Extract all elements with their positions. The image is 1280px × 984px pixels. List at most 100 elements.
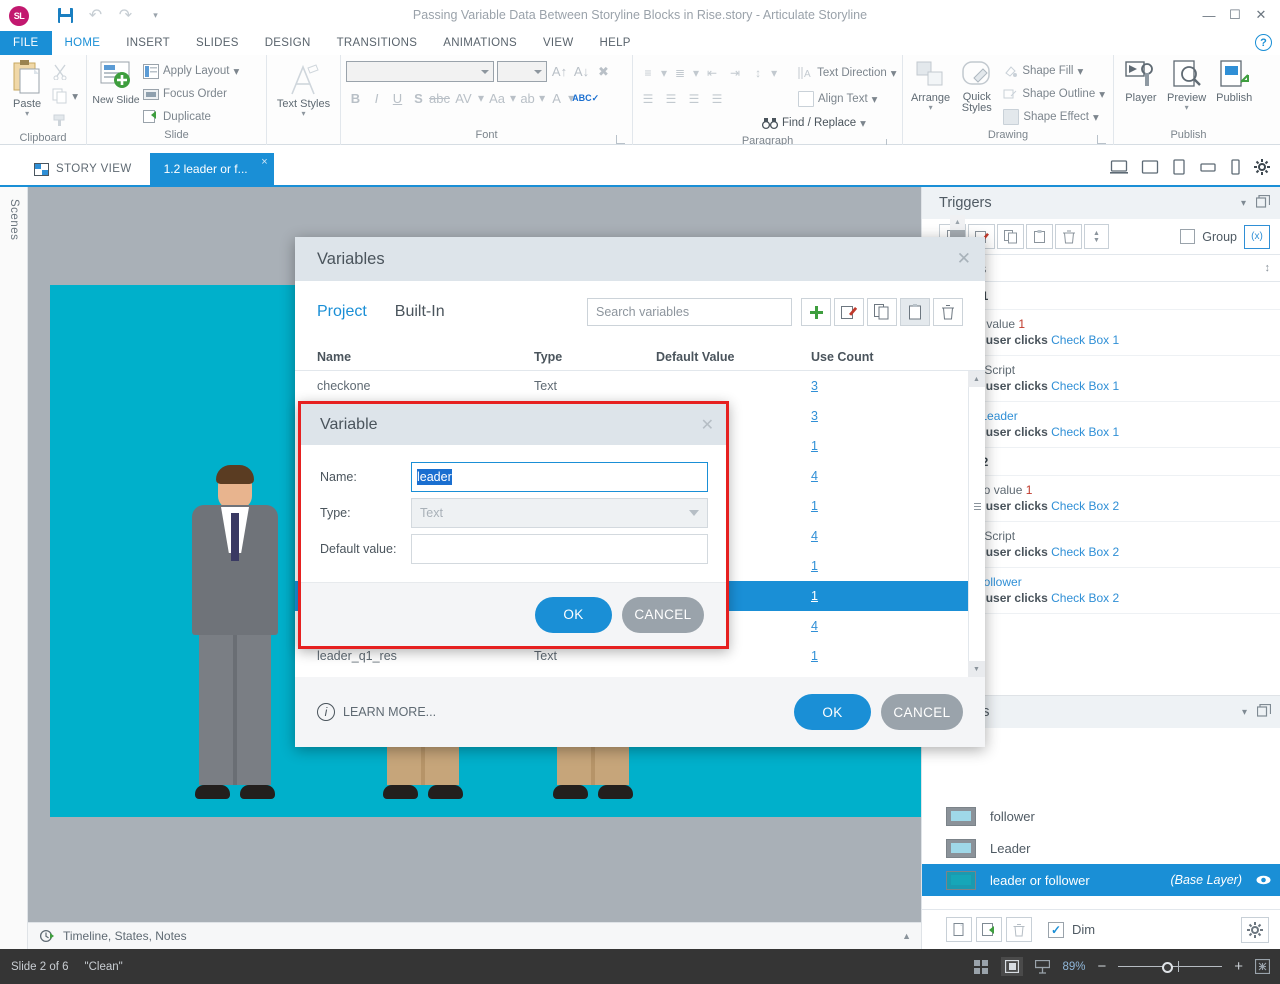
font-name-caret-icon[interactable] [481, 70, 489, 74]
publish-button[interactable]: Publish [1210, 58, 1258, 104]
layer-visibility-eye-icon[interactable] [1256, 873, 1271, 888]
triggers-panel-caret-icon[interactable]: ▾ [1241, 198, 1246, 209]
scenes-rail[interactable]: Scenes [0, 187, 28, 949]
font-name-combo[interactable] [346, 61, 494, 82]
group-checkbox[interactable] [1180, 229, 1195, 244]
align-text-button[interactable]: Align Text ▾ [795, 88, 880, 110]
desktop-icon[interactable] [1110, 160, 1128, 177]
align-right-icon[interactable]: ☰ [684, 89, 704, 109]
delete-layer-icon[interactable] [1006, 917, 1032, 942]
use-count-link[interactable]: 1 [811, 559, 818, 573]
triggers-scroll-up-icon[interactable]: ▲ [950, 215, 965, 230]
layers-panel-undock-icon[interactable] [1257, 704, 1271, 721]
variables-scroll-down-icon[interactable]: ▼ [968, 661, 985, 677]
tab-builtin-variables[interactable]: Built-In [395, 303, 445, 321]
variables-scroll-thumb[interactable] [968, 387, 985, 661]
zoom-out-button[interactable]: − [1097, 958, 1106, 975]
use-count-link[interactable]: 4 [811, 469, 818, 483]
bullets-icon[interactable]: ≡ [638, 63, 658, 83]
copy-trigger-icon[interactable] [997, 224, 1024, 249]
collapse-all-icon[interactable]: ↕ [1265, 262, 1271, 274]
increase-indent-icon[interactable]: ⇥ [725, 63, 745, 83]
use-count-link[interactable]: 1 [811, 439, 818, 453]
timeline-expand-caret-icon[interactable]: ▲ [902, 931, 911, 941]
cell-use-count[interactable]: 4 [811, 619, 911, 633]
table-row[interactable]: checkone Text 3 [295, 371, 985, 401]
clear-formatting-icon[interactable]: ✖ [594, 62, 613, 82]
underline-icon[interactable]: U [388, 88, 407, 108]
shape-fill-caret-icon[interactable]: ▾ [1077, 64, 1083, 78]
manage-variables-button[interactable]: (x) [1244, 225, 1270, 249]
variables-dialog-close-icon[interactable]: ✕ [957, 249, 971, 269]
shape-outline-caret-icon[interactable]: ▾ [1099, 87, 1105, 101]
use-count-link[interactable]: 1 [811, 649, 818, 663]
dim-toggle[interactable]: ✓ Dim [1048, 922, 1095, 938]
use-count-link[interactable]: 4 [811, 529, 818, 543]
numbering-caret-icon[interactable]: ▾ [693, 66, 699, 80]
phone-portrait-icon[interactable] [1230, 159, 1241, 178]
layer-row-follower[interactable]: follower [922, 800, 1280, 832]
variable-cancel-button[interactable]: CANCEL [622, 597, 704, 633]
variable-edit-dialog[interactable]: Variable ✕ Name: leader Type: Text Defau… [298, 401, 729, 649]
zoom-slider[interactable] [1118, 960, 1222, 974]
cut-button[interactable] [49, 61, 81, 83]
chevron-down-icon[interactable] [689, 510, 699, 516]
variables-cancel-button[interactable]: CANCEL [881, 694, 963, 730]
paste-caret-icon[interactable]: ▾ [25, 110, 29, 118]
paste-variable-icon[interactable] [900, 298, 930, 326]
normal-view-icon[interactable] [1001, 957, 1023, 976]
quick-styles-button[interactable]: Quick Styles [953, 58, 1000, 114]
bullets-caret-icon[interactable]: ▾ [661, 66, 667, 80]
tab-design[interactable]: DESIGN [252, 31, 324, 55]
cell-use-count[interactable]: 1 [811, 649, 911, 663]
search-variables-input[interactable]: Search variables [587, 298, 792, 326]
align-left-icon[interactable]: ☰ [638, 89, 658, 109]
format-painter-button[interactable] [49, 109, 81, 131]
add-variable-icon[interactable] [801, 298, 831, 326]
variable-default-input[interactable] [411, 534, 708, 564]
variable-dialog-close-icon[interactable]: ✕ [701, 415, 714, 435]
trigger-group-toggle[interactable]: Group (x) [1180, 225, 1270, 249]
cell-use-count[interactable]: 3 [811, 379, 911, 393]
align-text-caret-icon[interactable]: ▾ [872, 92, 878, 106]
close-button[interactable]: ✕ [1248, 4, 1274, 26]
phone-landscape-icon[interactable] [1199, 161, 1217, 176]
numbering-icon[interactable]: ≣ [670, 63, 690, 83]
tab-slides[interactable]: SLIDES [183, 31, 252, 55]
copy-button[interactable]: ▾ [49, 85, 81, 107]
presenter-view-icon[interactable] [1035, 960, 1050, 974]
cell-use-count[interactable]: 3 [811, 409, 911, 423]
change-case-caret-icon[interactable]: ▾ [510, 91, 516, 105]
slide-tab-1-2[interactable]: 1.2 leader or f... × [150, 153, 274, 185]
duplicate-layer-icon[interactable] [976, 917, 1002, 942]
spelling-icon[interactable]: ABC✓ [576, 88, 595, 108]
slide-tab-close-icon[interactable]: × [261, 156, 267, 168]
grid-view-icon[interactable] [974, 960, 989, 974]
shape-outline-button[interactable]: Shape Outline ▾ [1000, 83, 1108, 105]
font-size-combo[interactable] [497, 61, 547, 82]
column-type[interactable]: Type [534, 350, 656, 364]
line-spacing-icon[interactable]: ↕ [748, 63, 768, 83]
text-highlight-icon[interactable]: ab [518, 88, 537, 108]
arrange-caret-icon[interactable]: ▾ [929, 104, 933, 112]
tab-insert[interactable]: INSERT [113, 31, 183, 55]
paste-trigger-icon[interactable] [1026, 224, 1053, 249]
text-highlight-caret-icon[interactable]: ▾ [539, 91, 545, 105]
player-settings-gear-icon[interactable] [1254, 159, 1270, 178]
text-direction-caret-icon[interactable]: ▾ [891, 66, 897, 80]
arrange-button[interactable]: Arrange ▾ [908, 58, 953, 112]
variable-type-select[interactable]: Text [411, 498, 708, 528]
cell-use-count[interactable]: 4 [811, 529, 911, 543]
fit-to-window-icon[interactable] [1255, 959, 1270, 974]
column-name[interactable]: Name [317, 350, 534, 364]
cell-use-count[interactable]: 1 [811, 559, 911, 573]
drawing-dialog-launcher-icon[interactable] [1097, 135, 1106, 144]
duplicate-button[interactable]: Duplicate [140, 106, 242, 128]
story-view-button[interactable]: STORY VIEW [0, 153, 150, 185]
text-styles-caret-icon[interactable]: ▾ [301, 110, 305, 118]
column-default-value[interactable]: Default Value [656, 350, 811, 364]
variable-ok-button[interactable]: OK [535, 597, 612, 633]
triggers-panel-undock-icon[interactable] [1256, 195, 1270, 212]
paste-button[interactable]: Paste ▾ [5, 58, 49, 118]
find-replace-caret-icon[interactable]: ▾ [860, 116, 866, 130]
